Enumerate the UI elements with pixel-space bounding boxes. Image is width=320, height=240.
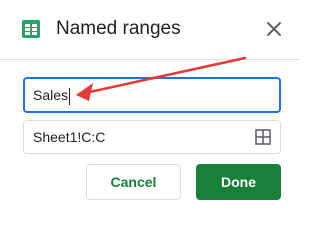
named-ranges-panel: Named ranges Sales Sheet1!C:C Cancel Don…: [0, 0, 300, 210]
text-caret: [69, 87, 71, 105]
range-reference-input[interactable]: Sheet1!C:C: [23, 120, 281, 154]
range-name-input[interactable]: Sales: [23, 77, 281, 113]
done-button[interactable]: Done: [196, 164, 281, 200]
grid-select-icon[interactable]: [255, 129, 271, 145]
range-reference-value: Sheet1!C:C: [33, 129, 106, 145]
close-button[interactable]: [262, 17, 286, 41]
header-divider: [0, 59, 300, 60]
panel-header: Named ranges: [0, 0, 300, 60]
panel-title: Named ranges: [56, 18, 181, 39]
range-name-value: Sales: [33, 87, 69, 103]
cancel-button[interactable]: Cancel: [86, 164, 181, 200]
close-icon: [267, 22, 281, 36]
google-sheets-icon: [22, 20, 40, 38]
